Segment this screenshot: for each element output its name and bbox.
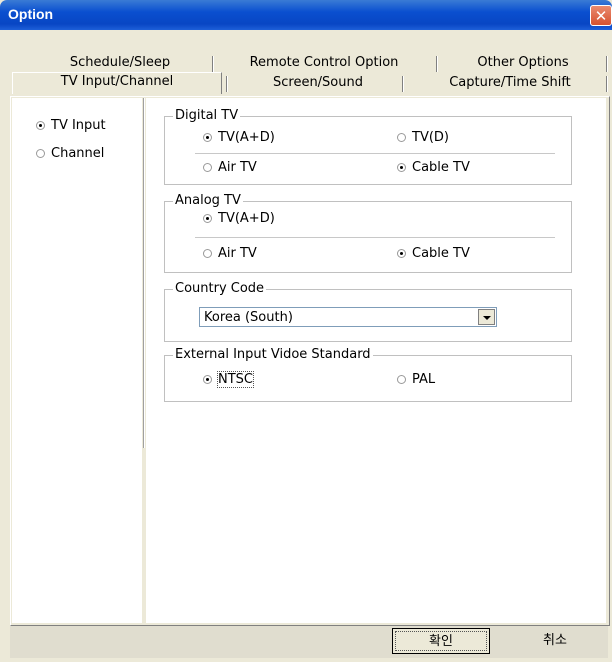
country-code-select[interactable]: Korea (South) (199, 307, 497, 327)
radio-icon (203, 163, 212, 172)
radio-icon (203, 214, 212, 223)
close-icon: ✕ (594, 7, 608, 25)
radio-icon (203, 249, 212, 258)
right-panel: Digital TV TV(A+D) TV(D) Air TV Cable TV… (146, 98, 606, 623)
tab-other-options[interactable]: Other Options (448, 54, 598, 72)
tab-separator (436, 56, 438, 72)
cancel-button[interactable]: 취소 (506, 628, 604, 654)
pal-radio[interactable]: PAL (397, 372, 435, 387)
ntsc-label: NTSC (217, 371, 254, 388)
country-code-group: Country Code Korea (South) (164, 282, 572, 342)
tv-input-label: TV Input (51, 118, 106, 133)
cancel-label: 취소 (543, 633, 567, 648)
digital-air-tv-radio[interactable]: Air TV (203, 160, 257, 175)
analog-cable-tv-radio[interactable]: Cable TV (397, 246, 470, 261)
radio-icon (397, 133, 406, 142)
chevron-down-icon[interactable] (478, 309, 495, 325)
analog-tv-group: Analog TV TV(A+D) Air TV Cable TV (164, 194, 572, 273)
ok-button[interactable]: 확인 (392, 628, 490, 654)
tab-separator (402, 76, 404, 92)
tab-separator (606, 56, 608, 72)
ok-label: 확인 (429, 634, 453, 649)
left-panel: TV Input Channel (12, 98, 142, 623)
analog-cable-tv-label: Cable TV (412, 246, 470, 261)
tv-input-radio[interactable]: TV Input (36, 118, 106, 133)
country-code-value: Korea (South) (204, 310, 293, 325)
radio-icon (397, 375, 406, 384)
window-title: Option (8, 6, 54, 22)
country-code-legend: Country Code (173, 281, 267, 296)
digital-cable-tv-radio[interactable]: Cable TV (397, 160, 470, 175)
analog-air-tv-label: Air TV (218, 246, 257, 261)
digital-tv-group: Digital TV TV(A+D) TV(D) Air TV Cable TV (164, 109, 572, 185)
tab-row-1: Schedule/Sleep Remote Control Option Oth… (10, 54, 610, 72)
tab-separator (212, 56, 214, 72)
video-standard-group: External Input Vidoe Standard NTSC PAL (164, 348, 572, 402)
tab-schedule-sleep[interactable]: Schedule/Sleep (40, 54, 200, 72)
tab-remote-control-option[interactable]: Remote Control Option (224, 54, 424, 72)
ntsc-radio[interactable]: NTSC (203, 371, 254, 388)
tab-separator (226, 76, 228, 92)
analog-tv-ad-radio[interactable]: TV(A+D) (203, 211, 275, 226)
panel-divider (143, 98, 145, 448)
title-bar: Option ✕ (0, 0, 612, 30)
radio-icon (397, 249, 406, 258)
close-button[interactable]: ✕ (590, 5, 612, 26)
tab-row-2: TV Input/Channel Screen/Sound Capture/Ti… (10, 72, 610, 94)
digital-tv-d-radio[interactable]: TV(D) (397, 130, 449, 145)
divider (195, 153, 555, 154)
digital-cable-tv-label: Cable TV (412, 160, 470, 175)
digital-tv-ad-radio[interactable]: TV(A+D) (203, 130, 275, 145)
analog-tv-legend: Analog TV (173, 193, 243, 208)
divider (195, 237, 555, 238)
radio-icon (203, 375, 212, 384)
channel-radio[interactable]: Channel (36, 146, 104, 161)
tab-tv-input-channel[interactable]: TV Input/Channel (12, 72, 222, 94)
radio-icon (36, 121, 45, 130)
digital-tv-legend: Digital TV (173, 108, 241, 123)
radio-icon (36, 149, 45, 158)
radio-icon (397, 163, 406, 172)
tab-screen-sound[interactable]: Screen/Sound (238, 74, 398, 92)
analog-tv-ad-label: TV(A+D) (218, 211, 275, 226)
digital-tv-d-label: TV(D) (412, 130, 449, 145)
tab-capture-time-shift[interactable]: Capture/Time Shift (420, 74, 600, 92)
video-standard-legend: External Input Vidoe Standard (173, 347, 373, 362)
channel-label: Channel (51, 146, 105, 161)
digital-air-tv-label: Air TV (218, 160, 257, 175)
radio-icon (203, 133, 212, 142)
digital-tv-ad-label: TV(A+D) (218, 130, 275, 145)
pal-label: PAL (412, 372, 436, 387)
analog-air-tv-radio[interactable]: Air TV (203, 246, 257, 261)
tab-separator (606, 76, 608, 92)
